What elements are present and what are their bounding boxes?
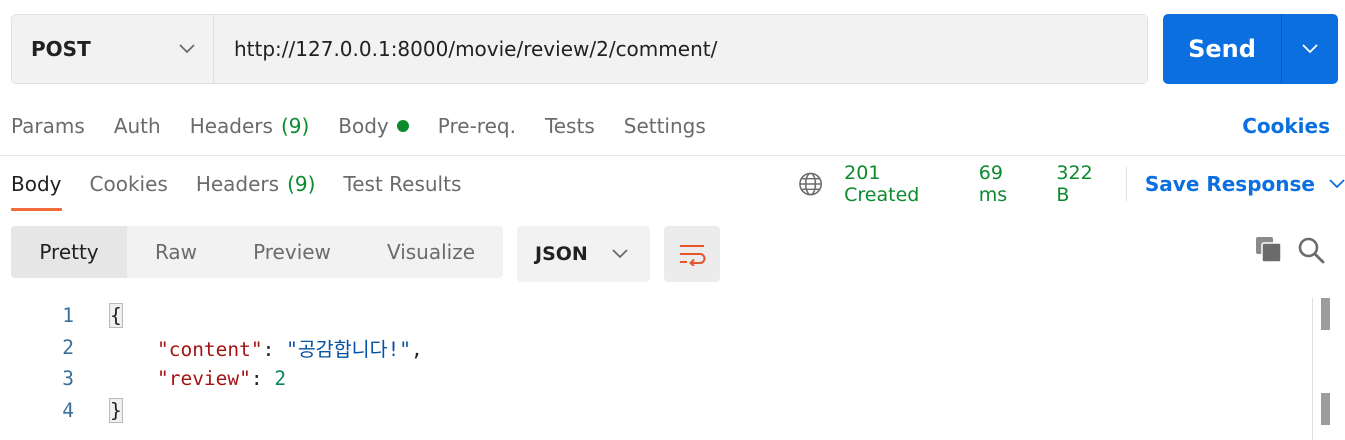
code-line: 2 "content": "공감합니다!", <box>0 332 1310 364</box>
send-options-button[interactable] <box>1281 14 1338 84</box>
json-key-review: "review" <box>156 367 251 391</box>
code-line-content: { <box>109 303 123 329</box>
active-tab-underline <box>11 208 62 211</box>
request-bar: POST http://127.0.0.1:8000/movie/review/… <box>11 14 1148 84</box>
view-visualize-button[interactable]: Visualize <box>359 226 503 278</box>
tab-params[interactable]: Params <box>11 114 85 138</box>
code-line: 3 "review": 2 <box>0 363 1310 395</box>
tab-response-body[interactable]: Body <box>11 172 62 196</box>
body-indicator-dot <box>396 120 409 132</box>
open-brace: { <box>109 303 123 329</box>
url-text: http://127.0.0.1:8000/movie/review/2/com… <box>234 37 718 61</box>
wrap-lines-button[interactable] <box>664 226 720 282</box>
tab-response-headers-label: Headers <box>195 172 280 196</box>
save-response-label: Save Response <box>1144 172 1315 196</box>
code-line-content: "review": 2 <box>156 367 287 391</box>
request-tabs: Params Auth Headers (9) Body Pre-req. Te… <box>11 108 735 144</box>
tab-settings[interactable]: Settings <box>624 114 706 138</box>
globe-icon[interactable] <box>798 171 823 197</box>
code-line: 1 { <box>0 300 1310 332</box>
method-select[interactable]: POST <box>12 15 214 83</box>
send-button[interactable]: Send <box>1163 14 1281 84</box>
line-number: 2 <box>62 335 74 359</box>
chevron-down-icon <box>612 249 628 259</box>
wrap-lines-icon <box>680 245 706 266</box>
status-code[interactable]: 201 Created <box>844 162 958 206</box>
tab-tests[interactable]: Tests <box>545 114 595 138</box>
view-mode-group: Pretty Raw Preview Visualize <box>11 226 503 278</box>
chevron-down-icon <box>1329 179 1345 189</box>
search-icon[interactable] <box>1297 236 1325 268</box>
line-number: 4 <box>62 398 74 422</box>
tab-test-results[interactable]: Test Results <box>343 172 461 196</box>
code-line-content: } <box>109 397 123 423</box>
response-headers-count: (9) <box>287 172 316 196</box>
close-brace: } <box>109 397 123 423</box>
response-code-view[interactable]: 1 { 2 "content": "공감합니다!", 3 "review": 2… <box>0 300 1310 426</box>
method-label: POST <box>31 37 91 61</box>
code-line-content: "content": "공감합니다!", <box>156 337 423 361</box>
tab-prereq[interactable]: Pre-req. <box>438 114 516 138</box>
chevron-down-icon <box>1302 44 1318 54</box>
tab-auth[interactable]: Auth <box>114 114 161 138</box>
status-separator <box>1125 167 1127 201</box>
headers-count: (9) <box>280 114 310 138</box>
tab-response-headers[interactable]: Headers (9) <box>196 172 316 196</box>
json-key-content: "content" <box>156 337 263 361</box>
language-label: JSON <box>535 243 588 265</box>
response-status: 201 Created 69 ms 322 B Save Response <box>798 162 1345 206</box>
tab-headers[interactable]: Headers (9) <box>190 114 310 138</box>
tab-body-label: Body <box>338 114 389 138</box>
json-value-content: "공감합니다!" <box>286 337 412 361</box>
url-input[interactable]: http://127.0.0.1:8000/movie/review/2/com… <box>214 15 1147 83</box>
cookies-link[interactable]: Cookies <box>1242 108 1330 144</box>
save-response-button[interactable]: Save Response <box>1145 172 1345 196</box>
view-preview-button[interactable]: Preview <box>225 226 359 278</box>
response-tabs: Body Cookies Headers (9) Test Results <box>11 166 489 202</box>
code-line: 4 } <box>0 395 1310 427</box>
copy-icon[interactable] <box>1255 236 1283 268</box>
json-value-review: 2 <box>274 367 287 391</box>
scrollbar-thumb[interactable] <box>1321 298 1330 330</box>
line-number: 3 <box>62 367 74 391</box>
tab-response-cookies[interactable]: Cookies <box>90 172 168 196</box>
language-select[interactable]: JSON <box>517 226 650 282</box>
view-raw-button[interactable]: Raw <box>127 226 225 278</box>
divider <box>0 155 1345 156</box>
view-pretty-button[interactable]: Pretty <box>11 226 127 278</box>
chevron-down-icon <box>179 44 195 54</box>
line-number: 1 <box>62 304 74 328</box>
tab-headers-label: Headers <box>189 114 273 138</box>
scrollbar-track[interactable] <box>1312 298 1313 440</box>
tab-body[interactable]: Body <box>338 114 409 138</box>
response-time[interactable]: 69 ms <box>979 162 1036 206</box>
scrollbar-thumb[interactable] <box>1321 393 1330 425</box>
send-button-group: Send <box>1163 14 1338 84</box>
response-size[interactable]: 322 B <box>1056 162 1110 206</box>
